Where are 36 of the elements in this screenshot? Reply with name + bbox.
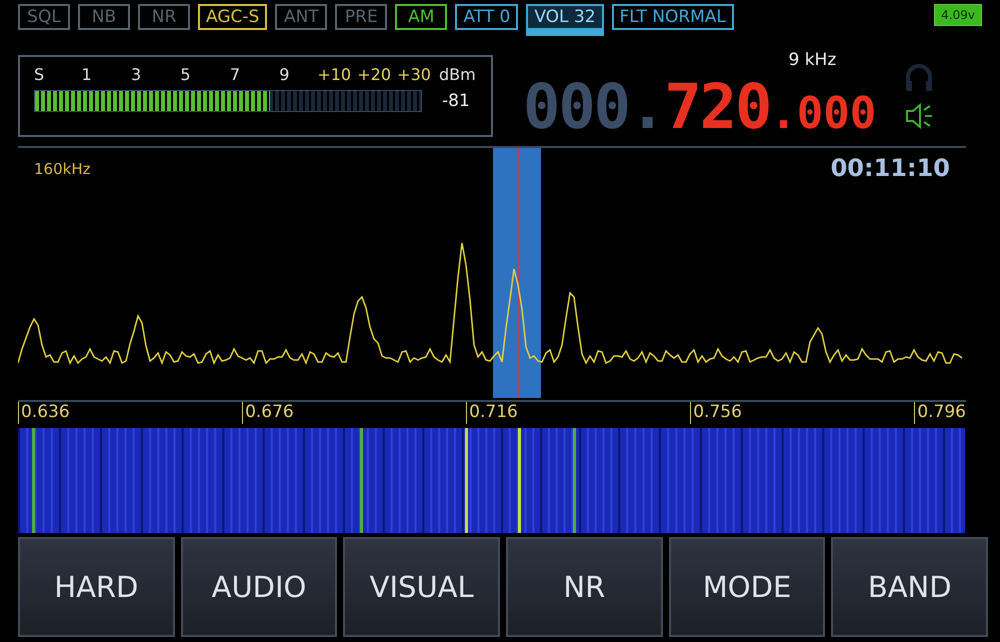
meter-scale-label: 3 xyxy=(130,65,142,84)
meter-scale-label: +10 xyxy=(317,65,352,84)
frequency-tick-label: 0.796 xyxy=(914,402,966,424)
status-toggle[interactable]: AGC-S xyxy=(198,4,268,30)
speaker-icon xyxy=(904,101,934,131)
span-label: 160kHz xyxy=(34,160,90,178)
frequency-decimals: .000 xyxy=(770,88,876,138)
menu-button[interactable]: HARD xyxy=(18,537,175,637)
meter-scale-label: +20 xyxy=(357,65,392,84)
meter-scale-label: 9 xyxy=(279,65,290,84)
frequency-tick-label: 0.676 xyxy=(242,402,294,424)
menu-button[interactable]: AUDIO xyxy=(180,537,338,637)
headphones-icon xyxy=(904,61,934,93)
inactive-digits: 000. xyxy=(523,70,664,142)
status-toggle[interactable]: ATT 0 xyxy=(455,4,518,30)
frequency-value[interactable]: 720 xyxy=(664,70,770,142)
tuning-step: 9 kHz xyxy=(788,50,836,70)
signal-reading: -81 xyxy=(442,91,470,111)
menu-button[interactable]: BAND xyxy=(831,537,988,637)
clock-time: 00:11:10 xyxy=(830,154,950,182)
battery-indicator: 4.09v xyxy=(934,4,982,26)
meter-scale-label: +30 xyxy=(397,65,432,84)
meter-scale-label: 7 xyxy=(230,65,242,84)
meter-scale-label: 5 xyxy=(180,65,192,84)
menu-button[interactable]: VISUAL xyxy=(343,537,500,637)
frequency-tick-label: 0.636 xyxy=(18,402,70,424)
menu-button[interactable]: NR xyxy=(506,537,663,637)
status-toggle[interactable]: VOL 32 xyxy=(526,4,604,36)
status-toggle[interactable]: AM xyxy=(395,4,448,30)
meter-scale-label: S xyxy=(34,65,46,84)
frequency-tick-label: 0.756 xyxy=(690,402,742,424)
meter-unit: dBm xyxy=(438,65,477,84)
menu-button[interactable]: MODE xyxy=(668,537,826,637)
status-toggle[interactable]: FLT NORMAL xyxy=(612,4,734,30)
frequency-tick-label: 0.716 xyxy=(466,402,518,424)
meter-scale-label: 1 xyxy=(82,65,93,84)
